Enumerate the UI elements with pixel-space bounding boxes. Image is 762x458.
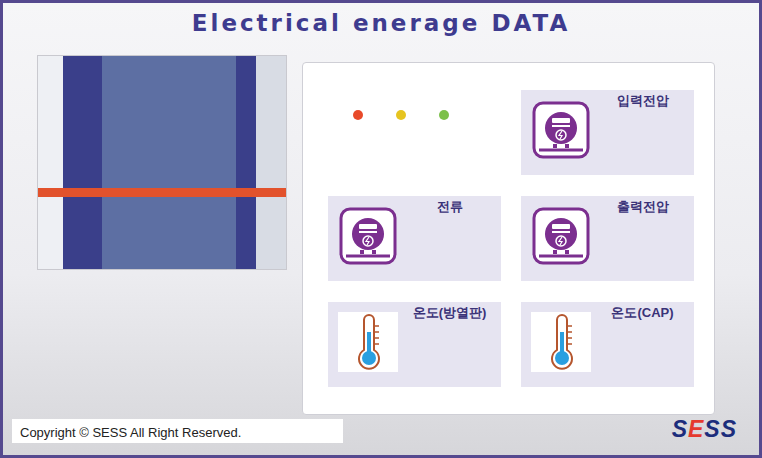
- gauge-label: 온도(CAP): [591, 302, 694, 387]
- logo-letter: S: [672, 416, 688, 442]
- status-light: [439, 110, 449, 120]
- main-area: 입력전압전류 출력전압온도(방열판) 온도(CAP): [3, 51, 759, 415]
- gauge-card: 출력전압: [521, 196, 694, 281]
- gauge-label: 입력전압: [591, 90, 694, 175]
- status-light: [353, 110, 363, 120]
- gauge-grid: 입력전압전류 출력전압온도(방열판) 온도(CAP): [328, 90, 693, 387]
- logo-letter: SS: [704, 416, 737, 442]
- building-photo: [37, 55, 287, 270]
- gauge-card: 온도(CAP): [521, 302, 694, 387]
- data-panel: 입력전압전류 출력전압온도(방열판) 온도(CAP): [302, 62, 715, 415]
- thermometer-icon: [531, 312, 591, 372]
- gauge-label: 전류: [398, 196, 501, 281]
- status-lights: [328, 90, 501, 175]
- logo-letter: E: [688, 416, 704, 442]
- dashboard-window: Electrical enerage DATA 입력전압전류 출력전압온도(방열판…: [0, 0, 762, 458]
- gauge-label: 온도(방열판): [398, 302, 501, 387]
- meter-icon: [531, 206, 591, 266]
- gauge-card: 온도(방열판): [328, 302, 501, 387]
- sess-logo: SESS: [672, 418, 737, 441]
- gauge-card: 전류: [328, 196, 501, 281]
- thermometer-icon: [338, 312, 398, 372]
- page-title: Electrical enerage DATA: [3, 9, 759, 38]
- gauge-label: 출력전압: [591, 196, 694, 281]
- meter-icon: [338, 206, 398, 266]
- meter-icon: [531, 100, 591, 160]
- gauge-card: 입력전압: [521, 90, 694, 175]
- footer: Copyright © SESS All Right Reserved. SES…: [3, 415, 759, 455]
- copyright-text: Copyright © SESS All Right Reserved.: [12, 419, 343, 443]
- status-light: [396, 110, 406, 120]
- header: Electrical enerage DATA: [3, 3, 759, 51]
